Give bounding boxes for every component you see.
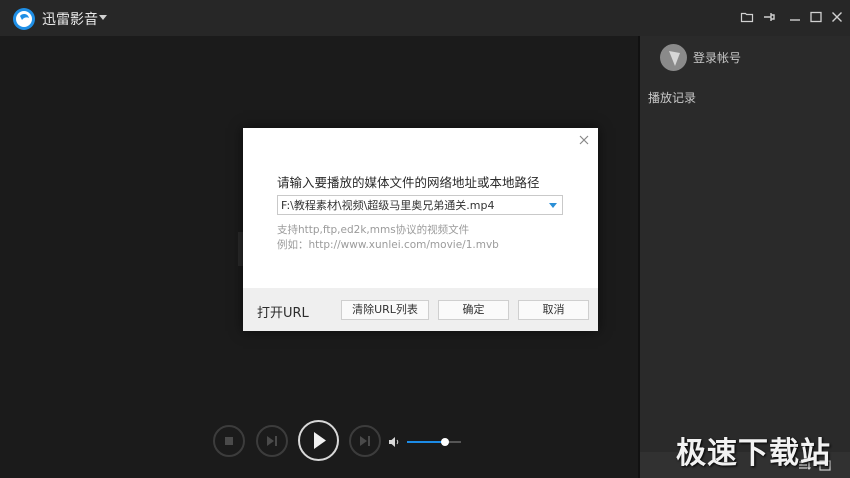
play-icon (314, 432, 326, 449)
sidebar: 登录帐号 播放记录 (640, 36, 850, 478)
open-url-label: 打开URL (257, 306, 309, 321)
dropdown-chevron-icon[interactable] (549, 203, 557, 208)
url-combobox[interactable] (277, 195, 563, 215)
login-link[interactable]: 登录帐号 (693, 49, 741, 66)
volume-knob[interactable] (441, 438, 449, 446)
open-folder-icon[interactable] (740, 10, 754, 24)
supported-protocols-hint: 支持http,ftp,ed2k,mms协议的视频文件 (277, 224, 470, 236)
minimize-icon[interactable] (788, 10, 802, 24)
play-button[interactable] (298, 420, 339, 461)
volume-icon[interactable] (388, 436, 400, 448)
watermark: 极速下载站 (676, 436, 831, 471)
maximize-icon[interactable] (809, 10, 823, 24)
next-button[interactable] (349, 425, 381, 457)
dialog-close-icon[interactable] (578, 134, 590, 146)
app-logo-icon[interactable] (12, 7, 36, 31)
url-input[interactable] (281, 197, 543, 213)
previous-button[interactable] (256, 425, 288, 457)
volume-fill (407, 441, 445, 443)
dialog-heading: 请输入要播放的媒体文件的网络地址或本地路径 (277, 175, 540, 190)
avatar[interactable] (660, 44, 687, 71)
user-avatar-icon (669, 51, 680, 66)
clear-url-list-button[interactable]: 清除URL列表 (341, 300, 429, 320)
pin-icon[interactable] (762, 10, 776, 24)
example-url-hint: 例如：http://www.xunlei.com/movie/1.mvb (277, 239, 499, 251)
app-menu-chevron-icon[interactable] (99, 15, 107, 20)
title-bar: 迅雷影音 (0, 0, 850, 36)
open-url-dialog: 请输入要播放的媒体文件的网络地址或本地路径 支持http,ftp,ed2k,mm… (243, 128, 598, 331)
app-title[interactable]: 迅雷影音 (42, 9, 98, 29)
ok-button[interactable]: 确定 (438, 300, 509, 320)
previous-icon (267, 436, 277, 446)
stop-button[interactable] (213, 425, 245, 457)
play-history-heading: 播放记录 (648, 91, 697, 105)
dialog-footer: 打开URL 清除URL列表 确定 取消 (243, 288, 598, 331)
cancel-button[interactable]: 取消 (518, 300, 589, 320)
stop-icon (225, 437, 233, 445)
next-icon (360, 436, 370, 446)
close-icon[interactable] (830, 10, 844, 24)
volume-slider[interactable] (407, 438, 461, 446)
